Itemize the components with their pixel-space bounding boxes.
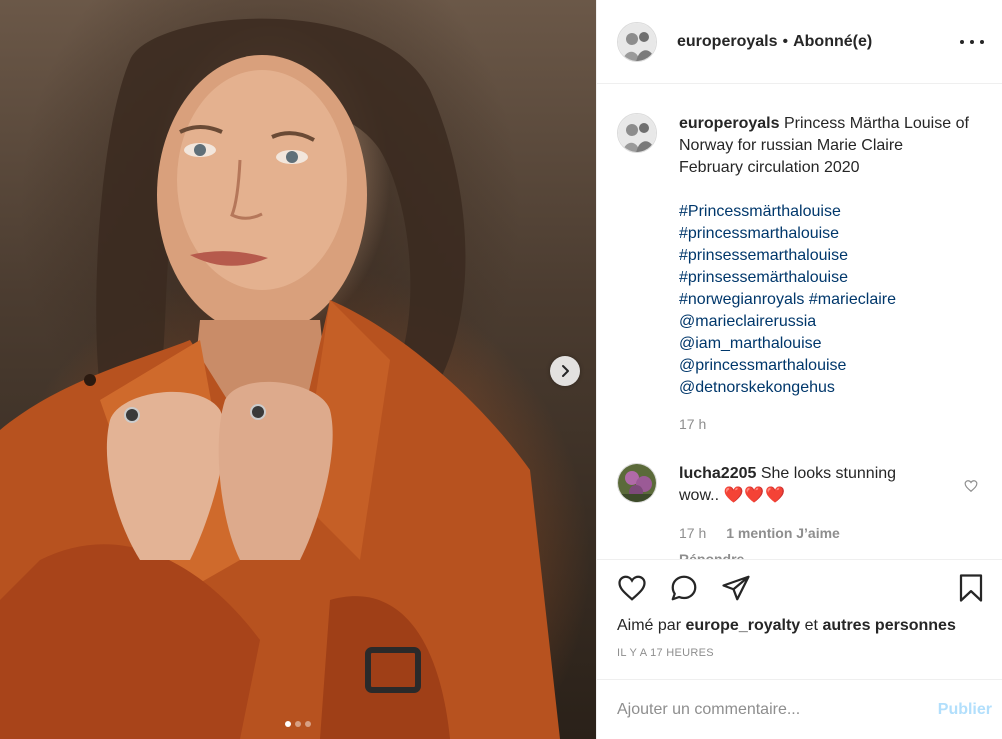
mention-link[interactable]: @princessmarthalouise xyxy=(679,355,969,377)
like-button[interactable] xyxy=(617,573,647,603)
comment-username[interactable]: lucha2205 xyxy=(679,465,756,482)
dot xyxy=(980,39,984,44)
add-comment-bar: Publier xyxy=(597,679,1002,739)
post-timestamp[interactable]: IL Y A 17 HEURES xyxy=(597,647,1002,659)
hashtag-link[interactable]: #prinsessemarthalouise xyxy=(679,245,969,267)
post-details-panel: europeroyals • Abonné(e) europeroyals Pr… xyxy=(596,0,1002,739)
hashtag-link[interactable]: #princessmarthalouise xyxy=(679,223,969,245)
header-separator: • xyxy=(782,32,789,50)
comment-input[interactable] xyxy=(617,700,938,719)
comment-item: lucha2205 She looks stunning wow.. ❤️❤️❤… xyxy=(617,463,987,559)
heart-outline-icon xyxy=(964,480,978,493)
caption-avatar[interactable] xyxy=(617,113,657,153)
dot xyxy=(970,39,974,44)
post-comment-button[interactable]: Publier xyxy=(938,701,992,719)
liked-by-and: et xyxy=(804,617,818,634)
post-photo[interactable] xyxy=(0,0,596,739)
comment-likes[interactable]: 1 mention J’aime xyxy=(726,522,840,544)
follow-status-button[interactable]: Abonné(e) xyxy=(793,33,872,51)
caption-tags: #Princessmärthalouise #princessmarthalou… xyxy=(679,201,969,399)
avatar-image xyxy=(618,114,656,152)
caption-username[interactable]: europeroyals xyxy=(679,115,779,132)
carousel-indicator xyxy=(0,721,596,727)
carousel-next-button[interactable] xyxy=(550,356,580,386)
hashtag-link[interactable]: #Princessmärthalouise xyxy=(679,201,969,223)
liked-by-line: Aimé par europe_royalty et autres person… xyxy=(597,617,1002,635)
liked-by-user[interactable]: europe_royalty xyxy=(685,617,800,634)
bookmark-icon xyxy=(959,574,983,602)
photo-illustration xyxy=(0,18,560,739)
carousel-dot xyxy=(295,721,301,727)
comment-like-icon[interactable] xyxy=(964,479,978,498)
caption-timestamp[interactable]: 17 h xyxy=(679,413,969,435)
post-header: europeroyals • Abonné(e) xyxy=(597,0,1002,84)
save-button[interactable] xyxy=(956,573,986,603)
share-button[interactable] xyxy=(721,573,751,603)
mention-link[interactable]: @detnorskekongehus xyxy=(679,377,969,399)
avatar-image xyxy=(618,22,656,61)
hashtag-link[interactable]: #prinsessemärthalouise xyxy=(679,267,969,289)
mention-link[interactable]: @marieclairerussia xyxy=(679,311,969,333)
avatar[interactable] xyxy=(617,21,657,62)
comment-button[interactable] xyxy=(669,573,699,603)
liked-by-others[interactable]: autres personnes xyxy=(822,617,955,634)
comments-section[interactable]: europeroyals Princess Märtha Louise of N… xyxy=(597,85,1002,559)
comment-bubble-icon xyxy=(671,575,697,601)
paper-plane-icon xyxy=(722,575,750,601)
dot xyxy=(960,39,964,44)
caption-body: europeroyals Princess Märtha Louise of N… xyxy=(679,113,969,435)
mention-link[interactable]: @iam_marthalouise xyxy=(679,333,969,355)
instagram-post-view: europeroyals • Abonné(e) europeroyals Pr… xyxy=(0,0,1002,739)
hashtag-link[interactable]: #norwegianroyals #marieclaire xyxy=(679,289,969,311)
avatar-image xyxy=(618,464,656,502)
heart-icon xyxy=(618,575,646,601)
more-options-icon[interactable] xyxy=(960,30,984,54)
comment-meta: 17 h 1 mention J’aime xyxy=(679,522,929,544)
chevron-right-icon xyxy=(562,365,569,377)
header-username[interactable]: europeroyals xyxy=(677,33,777,51)
post-actions: Aimé par europe_royalty et autres person… xyxy=(597,559,1002,659)
liked-by-prefix: Aimé par xyxy=(617,617,682,634)
action-icons xyxy=(597,560,1002,616)
carousel-dot xyxy=(305,721,311,727)
reply-button[interactable]: Répondre xyxy=(679,548,929,559)
comment-emoji: ❤️❤️❤️ xyxy=(723,487,787,504)
commenter-avatar[interactable] xyxy=(617,463,657,503)
caption: europeroyals Princess Märtha Louise of N… xyxy=(617,113,969,435)
carousel-dot-active xyxy=(285,721,291,727)
comment-timestamp[interactable]: 17 h xyxy=(679,522,706,544)
comment-body: lucha2205 She looks stunning wow.. ❤️❤️❤… xyxy=(679,463,929,559)
